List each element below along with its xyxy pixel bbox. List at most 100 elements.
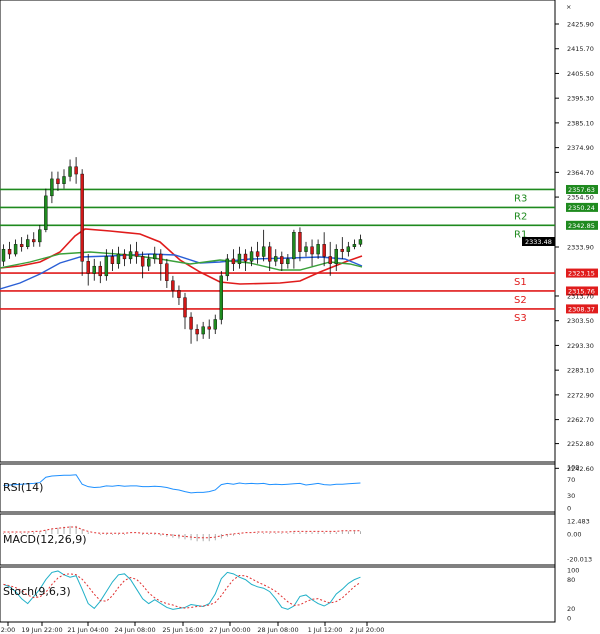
price-tick-label: 2283.10 xyxy=(567,367,594,375)
candle-body xyxy=(171,280,175,291)
macd-tick-label: 12.483 xyxy=(567,518,590,526)
rsi-panel-frame xyxy=(0,463,556,513)
candle-body xyxy=(32,239,36,243)
candle-body xyxy=(122,253,127,260)
candle-body xyxy=(74,166,78,175)
candle-body xyxy=(80,173,84,262)
candle-body xyxy=(128,251,133,260)
rsi-label: RSI(14) xyxy=(3,481,43,494)
stoch-tick-label: 80 xyxy=(567,576,575,584)
candle-body xyxy=(249,251,254,262)
time-tick-label: 19 Jun 22:00 xyxy=(21,626,62,634)
candle-body xyxy=(207,326,211,330)
rsi-tick-label: 0 xyxy=(567,505,571,513)
price-tick-label: 2405.50 xyxy=(567,70,594,78)
price-tick-label: 2293.30 xyxy=(567,342,594,350)
candle-body xyxy=(237,253,242,264)
price-tick-label: 2272.90 xyxy=(567,391,594,399)
candle-body xyxy=(13,244,18,255)
candle-body xyxy=(286,258,290,264)
candle-body xyxy=(352,244,357,247)
candle-body xyxy=(26,239,30,247)
candle-body xyxy=(243,253,248,262)
candle-body xyxy=(44,195,48,230)
macd-label: MACD(12,26,9) xyxy=(3,533,87,546)
candle-body xyxy=(261,246,266,257)
stoch-tick-label: 100 xyxy=(567,567,579,575)
candle-body xyxy=(50,178,54,197)
candle-body xyxy=(19,244,24,247)
candle-body xyxy=(346,246,351,252)
candle-body xyxy=(225,258,230,277)
candle-body xyxy=(165,263,169,281)
current-price-label: 2333.48 xyxy=(525,238,552,246)
candle-body xyxy=(183,297,187,318)
time-tick-label: 27 Jun 00:00 xyxy=(209,626,250,634)
candle-body xyxy=(7,248,12,255)
candle-body xyxy=(153,253,157,260)
time-tick-label: 2 Jul 20:00 xyxy=(350,626,385,634)
price-tick-label: 2354.50 xyxy=(567,194,594,202)
price-tick-label: 2313.70 xyxy=(567,292,594,300)
level-tag-value: 2350.24 xyxy=(568,204,595,212)
candle-body xyxy=(268,246,272,262)
candle-body xyxy=(316,244,320,255)
time-tick-label: 1 Jul 12:00 xyxy=(308,626,343,634)
candle-body xyxy=(104,256,109,277)
candle-body xyxy=(292,232,296,260)
time-tick-label: 28 Jun 08:00 xyxy=(257,626,298,634)
price-chart[interactable]: × R32357.63R22350.24R12342.85S12323.15S2… xyxy=(0,0,600,634)
candle-body xyxy=(146,258,151,267)
candle-body xyxy=(140,256,145,267)
candle-body xyxy=(62,176,66,184)
candle-body xyxy=(134,251,139,257)
level-label-r3: R3 xyxy=(514,193,527,204)
candle-body xyxy=(201,326,205,335)
candle-body xyxy=(195,328,199,335)
candle-body xyxy=(56,178,60,184)
price-tick-label: 2364.70 xyxy=(567,169,594,177)
price-tick-label: 2333.90 xyxy=(567,244,594,252)
candle-body xyxy=(159,253,163,264)
price-tick-label: 2374.90 xyxy=(567,144,594,152)
price-tick-label: 2262.70 xyxy=(567,416,594,424)
macd-tick-label: 0.00 xyxy=(567,531,581,539)
rsi-tick-label: 100 xyxy=(567,464,579,472)
candle-body xyxy=(189,316,193,330)
time-axis: 2:00 19 Jun 22:00 21 Jun 04:00 24 Jun 08:00… xyxy=(1,622,385,634)
price-tick-label: 2385.10 xyxy=(567,119,594,127)
level-tag-value: 2308.37 xyxy=(568,305,595,313)
candle-body xyxy=(1,248,6,262)
time-tick-label: 24 Jun 08:00 xyxy=(114,626,155,634)
candle-body xyxy=(92,265,96,274)
level-label-s2: S2 xyxy=(514,295,527,306)
candle-body xyxy=(98,265,103,277)
level-label-s3: S3 xyxy=(514,313,527,324)
candle-body xyxy=(38,229,42,243)
price-tick-label: 2415.70 xyxy=(567,45,594,53)
price-tick-label: 2395.30 xyxy=(567,95,594,103)
close-icon[interactable]: × xyxy=(566,3,571,11)
candle-body xyxy=(340,248,344,252)
rsi-tick-label: 30 xyxy=(567,492,575,500)
candle-body xyxy=(274,256,278,262)
candle-body xyxy=(255,251,260,257)
price-tick-label: 2252.80 xyxy=(567,440,594,448)
candle-body xyxy=(110,256,115,264)
level-label-r2: R2 xyxy=(514,211,527,222)
candle-body xyxy=(86,261,90,274)
stoch-tick-label: 20 xyxy=(567,605,575,613)
candle-body xyxy=(358,239,363,245)
candle-body xyxy=(177,290,181,298)
candle-body xyxy=(310,246,314,255)
candle-body xyxy=(231,258,236,264)
candle-body xyxy=(116,253,121,264)
rsi-tick-label: 70 xyxy=(567,476,575,484)
candle-body xyxy=(68,166,72,177)
candle-body xyxy=(304,246,308,252)
level-tag-value: 2342.85 xyxy=(568,222,595,230)
level-tag-value: 2323.15 xyxy=(568,270,595,278)
level-label-s1: S1 xyxy=(514,277,527,288)
macd-tick-label: -20.013 xyxy=(567,556,592,564)
stoch-tick-label: 0 xyxy=(567,615,571,623)
